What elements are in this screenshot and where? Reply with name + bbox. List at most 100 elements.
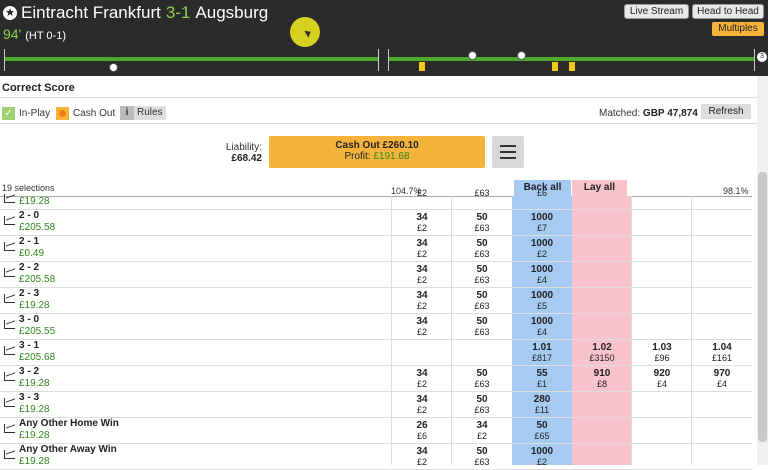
chart-icon[interactable] bbox=[4, 424, 15, 433]
divider bbox=[0, 123, 757, 124]
timeline-end-badge: 3 bbox=[757, 52, 767, 62]
cash-out-title: Cash Out £260.10 bbox=[335, 140, 419, 151]
odds-size: £161 bbox=[711, 353, 733, 363]
best-back-cell[interactable]: 1000 £5 bbox=[512, 291, 572, 312]
liability: Liability: £68.42 bbox=[214, 142, 262, 164]
odds-price: 1.04 bbox=[712, 342, 732, 353]
goal-icon bbox=[109, 63, 118, 72]
back-2-cell[interactable]: 50 £63 bbox=[452, 265, 512, 286]
odds-size: £2 bbox=[416, 405, 427, 415]
lay-2-cell[interactable]: 920 £4 bbox=[632, 369, 692, 390]
runner-profit-loss: £19.28 bbox=[19, 430, 50, 441]
odds-price: 34 bbox=[416, 446, 428, 457]
refresh-button[interactable]: Refresh bbox=[701, 104, 751, 119]
odds-price: 1.02 bbox=[592, 342, 612, 353]
odds-price: 50 bbox=[476, 290, 488, 301]
runner-name: 3 - 0 bbox=[19, 314, 40, 325]
rules-button[interactable]: i Rules bbox=[120, 106, 166, 120]
best-lay-cell[interactable]: 910 £8 bbox=[572, 369, 632, 390]
star-icon[interactable]: ★ bbox=[3, 6, 17, 20]
back-3-cell[interactable]: 34 £2 bbox=[392, 239, 452, 260]
back-3-cell[interactable]: 34 £2 bbox=[392, 265, 452, 286]
lay-3-cell[interactable]: 1.04 £161 bbox=[692, 342, 752, 364]
match-clock: 94' (HT 0-1) bbox=[3, 26, 66, 42]
best-back-cell[interactable]: 1000 £4 bbox=[512, 265, 572, 286]
multiples-button[interactable]: Multiples bbox=[712, 22, 764, 36]
chart-icon[interactable] bbox=[4, 194, 15, 203]
best-back-cell[interactable]: 1000 £7 bbox=[512, 213, 572, 234]
lay-all-button[interactable]: Lay all bbox=[572, 180, 627, 196]
back-3-cell[interactable]: 34 £2 bbox=[392, 317, 452, 338]
lay-2-cell[interactable]: 1.03 £96 bbox=[632, 343, 692, 364]
back-2-cell[interactable]: 50 £63 bbox=[452, 447, 512, 468]
chart-icon[interactable] bbox=[4, 294, 15, 303]
chart-icon[interactable] bbox=[4, 450, 15, 459]
back-2-cell[interactable]: £63 bbox=[452, 188, 512, 198]
back-2-cell[interactable]: 50 £63 bbox=[452, 238, 512, 260]
chart-icon[interactable] bbox=[4, 320, 15, 329]
chart-icon[interactable] bbox=[4, 242, 15, 251]
back-3-cell[interactable]: 26 £6 bbox=[392, 421, 452, 442]
odds-price: 50 bbox=[476, 368, 488, 379]
selections-count: 19 selections bbox=[2, 183, 55, 193]
back-3-cell[interactable]: 34 £2 bbox=[392, 395, 452, 416]
matched-amount: Matched: GBP 47,874 bbox=[599, 108, 698, 119]
odds-size: £7 bbox=[536, 223, 547, 233]
best-back-cell[interactable]: £6 bbox=[512, 188, 572, 198]
back-2-cell[interactable]: 50 £63 bbox=[452, 368, 512, 390]
live-stream-button[interactable]: Live Stream bbox=[624, 4, 689, 19]
cash-out-icon bbox=[56, 106, 69, 120]
odds-price: 50 bbox=[476, 238, 488, 249]
odds-size: £4 bbox=[536, 275, 547, 285]
chart-icon[interactable] bbox=[4, 346, 15, 355]
market-title: Correct Score bbox=[2, 82, 75, 94]
runner-name: 3 - 2 bbox=[19, 366, 40, 377]
best-back-cell[interactable]: 280 £11 bbox=[512, 395, 572, 416]
runner-profit-loss: £19.28 bbox=[19, 196, 50, 207]
back-3-cell[interactable]: £2 bbox=[392, 188, 452, 198]
back-2-cell[interactable]: 50 £63 bbox=[452, 290, 512, 312]
chart-icon[interactable] bbox=[4, 216, 15, 225]
match-minute: 94' bbox=[3, 26, 22, 42]
profit-value: £191.68 bbox=[373, 151, 410, 162]
lay-3-cell[interactable]: 970 £4 bbox=[692, 369, 752, 390]
best-lay-cell[interactable]: 1.02 £3150 bbox=[572, 342, 632, 364]
back-2-cell[interactable]: 50 £63 bbox=[452, 213, 512, 234]
table-row: 3 - 1 £205.68 1.01 £817 1.02 £3150 1.03 £96 1.04… bbox=[0, 340, 752, 366]
scrollbar-thumb[interactable] bbox=[758, 172, 767, 442]
cash-out-settings-button[interactable] bbox=[492, 136, 524, 168]
cash-out-button[interactable]: Cash Out £260.10 Profit: £191.68 bbox=[269, 136, 485, 168]
best-back-cell[interactable]: 1000 £2 bbox=[512, 239, 572, 260]
odds-size: £63 bbox=[474, 405, 490, 415]
best-back-cell[interactable]: 1.01 £817 bbox=[512, 343, 572, 364]
best-back-cell[interactable]: 50 £65 bbox=[512, 421, 572, 442]
back-2-cell[interactable]: 50 £63 bbox=[452, 317, 512, 338]
chart-icon[interactable] bbox=[4, 372, 15, 381]
odds-size: £2 bbox=[476, 431, 487, 441]
back-3-cell[interactable]: 34 £2 bbox=[392, 291, 452, 312]
cash-out-badge: Cash Out bbox=[56, 106, 115, 120]
odds-price: 1000 bbox=[530, 446, 554, 457]
odds-size: £2 bbox=[416, 457, 427, 467]
runner-name: 2 - 3 bbox=[19, 288, 40, 299]
chart-icon[interactable] bbox=[4, 398, 15, 407]
back-3-cell[interactable]: 34 £2 bbox=[392, 446, 452, 468]
best-back-cell[interactable]: 1000 £2 bbox=[512, 446, 572, 468]
odds-size: £817 bbox=[531, 353, 553, 363]
runner-name: 2 - 0 bbox=[19, 210, 40, 221]
chart-icon[interactable] bbox=[4, 268, 15, 277]
best-back-cell[interactable]: 1000 £4 bbox=[512, 317, 572, 338]
scrollbar[interactable] bbox=[757, 76, 768, 465]
back-2-cell[interactable]: 34 £2 bbox=[452, 421, 512, 442]
best-back-cell[interactable]: 55 £1 bbox=[512, 369, 572, 390]
half-time-score: (HT 0-1) bbox=[25, 30, 66, 42]
table-row: 3 - 3 £19.28 34 £2 50 £63 280 £11 bbox=[0, 392, 752, 418]
runner-profit-loss: £19.28 bbox=[19, 456, 50, 467]
head-to-head-button[interactable]: Head to Head bbox=[692, 4, 764, 19]
in-play-label: In-Play bbox=[19, 107, 51, 119]
back-2-cell[interactable]: 50 £63 bbox=[452, 395, 512, 416]
back-3-cell[interactable]: 34 £2 bbox=[392, 213, 452, 234]
back-3-cell[interactable]: 34 £2 bbox=[392, 369, 452, 390]
odds-size: £4 bbox=[716, 379, 727, 389]
odds-size: £2 bbox=[536, 457, 547, 467]
